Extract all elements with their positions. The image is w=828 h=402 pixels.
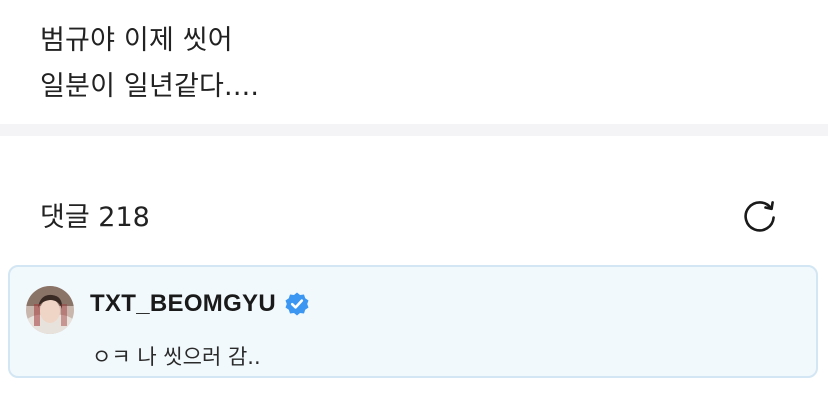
highlighted-comment[interactable]: TXT_BEOMGYU ㅇㅋ 나 씻으러 감.. xyxy=(8,265,818,378)
comment-text: ㅇㅋ 나 씻으러 감.. xyxy=(92,345,261,369)
comment-author[interactable]: TXT_BEOMGYU xyxy=(90,289,310,319)
post-body: 범규야 이제 씻어 일분이 일년같다.... xyxy=(40,18,259,110)
post-line: 일분이 일년같다.... xyxy=(40,71,260,102)
refresh-button[interactable] xyxy=(740,195,780,235)
verified-badge-icon xyxy=(284,291,310,317)
page: 범규야 이제 씻어 일분이 일년같다.... 댓글 218 TXT_BEOMGY… xyxy=(0,0,828,402)
author-name: TXT_BEOMGYU xyxy=(90,290,276,317)
section-divider xyxy=(0,124,828,136)
post-line: 범규야 이제 씻어 xyxy=(40,25,233,56)
comments-count-header: 댓글 218 xyxy=(40,202,150,233)
avatar[interactable] xyxy=(26,286,74,334)
refresh-icon xyxy=(744,201,775,232)
